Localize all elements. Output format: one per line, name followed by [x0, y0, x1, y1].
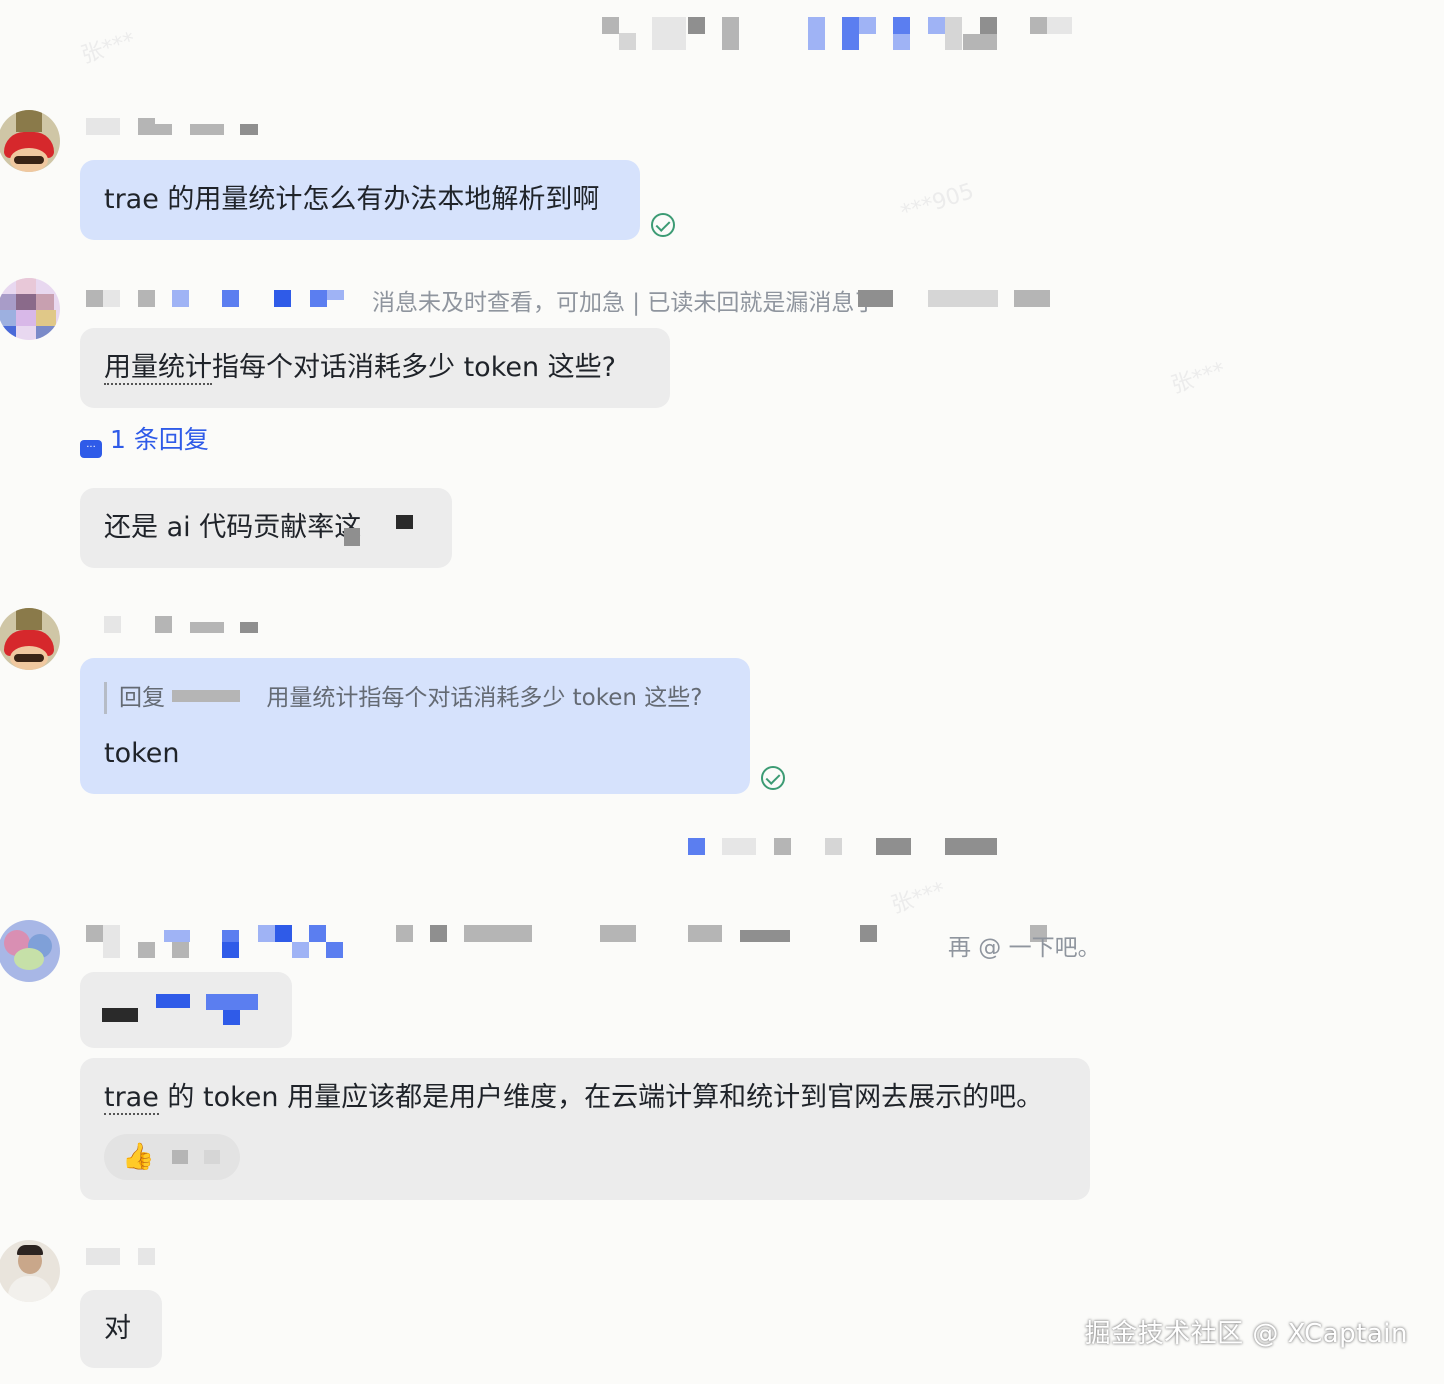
- redacted-text: [206, 994, 258, 1010]
- message-text: 指每个对话消耗多少 token 这些?: [212, 352, 616, 383]
- avatar[interactable]: [0, 920, 60, 982]
- message-bubble[interactable]: trae 的 token 用量应该都是用户维度，在云端计算和统计到官网去展示的吧…: [80, 1058, 1090, 1200]
- message-text: 还是 ai 代码贡献率这: [104, 512, 362, 543]
- reply-count-link[interactable]: ··· 1 条回复: [80, 424, 209, 458]
- check-circle-icon: [761, 766, 785, 790]
- reply-quote-text: 用量统计指每个对话消耗多少 token 这些?: [266, 685, 703, 711]
- avatar[interactable]: [0, 110, 60, 172]
- avatar[interactable]: [0, 278, 60, 340]
- message-text: 的 token 用量应该都是用户维度，在云端计算和统计到官网去展示的吧。: [158, 1082, 1044, 1113]
- urgent-notice: 消息未及时查看，可加急 | 已读未回就是漏消息了: [372, 290, 878, 316]
- background-watermark: 张***: [888, 877, 949, 919]
- redacted-text: [223, 1010, 240, 1025]
- check-circle-icon: [651, 213, 675, 237]
- message-bubble[interactable]: 用量统计指每个对话消耗多少 token 这些?: [80, 328, 670, 408]
- message-text: trae 的用量统计怎么有办法本地解析到啊: [104, 184, 600, 215]
- chat-window: 张*** ***905 张*** 张***89 张*** ***5 trae 的…: [0, 0, 1444, 1384]
- message-bubble[interactable]: 对: [80, 1290, 162, 1368]
- background-watermark: 张***: [78, 27, 139, 69]
- message-text: token: [104, 738, 180, 769]
- message-text-link[interactable]: 用量统计: [104, 352, 212, 385]
- redacted-quote-name: [172, 690, 240, 702]
- message-text: 对: [104, 1313, 131, 1344]
- message-bubble[interactable]: 回复 用量统计指每个对话消耗多少 token 这些? token: [80, 658, 750, 794]
- message-text-link[interactable]: trae: [104, 1082, 159, 1115]
- redacted-text: [102, 1008, 138, 1022]
- thumbs-up-icon: 👍: [122, 1142, 155, 1172]
- site-watermark: 掘金技术社区 @ XCaptain: [1084, 1319, 1408, 1349]
- message-bubble[interactable]: [80, 972, 292, 1048]
- redacted-text: [156, 994, 190, 1008]
- chat-bubble-icon: ···: [80, 440, 102, 458]
- reaction-chip[interactable]: 👍: [104, 1134, 240, 1180]
- message-bubble[interactable]: trae 的用量统计怎么有办法本地解析到啊: [80, 160, 640, 240]
- avatar[interactable]: [0, 608, 60, 670]
- reply-count-label: 1 条回复: [110, 425, 209, 454]
- avatar[interactable]: [0, 1240, 60, 1302]
- background-watermark: 张***: [1168, 357, 1229, 399]
- background-watermark: ***905: [897, 179, 978, 226]
- urgent-notice: 再 @ 一下吧。: [948, 935, 1101, 961]
- reply-quote-prefix: 回复: [119, 685, 173, 711]
